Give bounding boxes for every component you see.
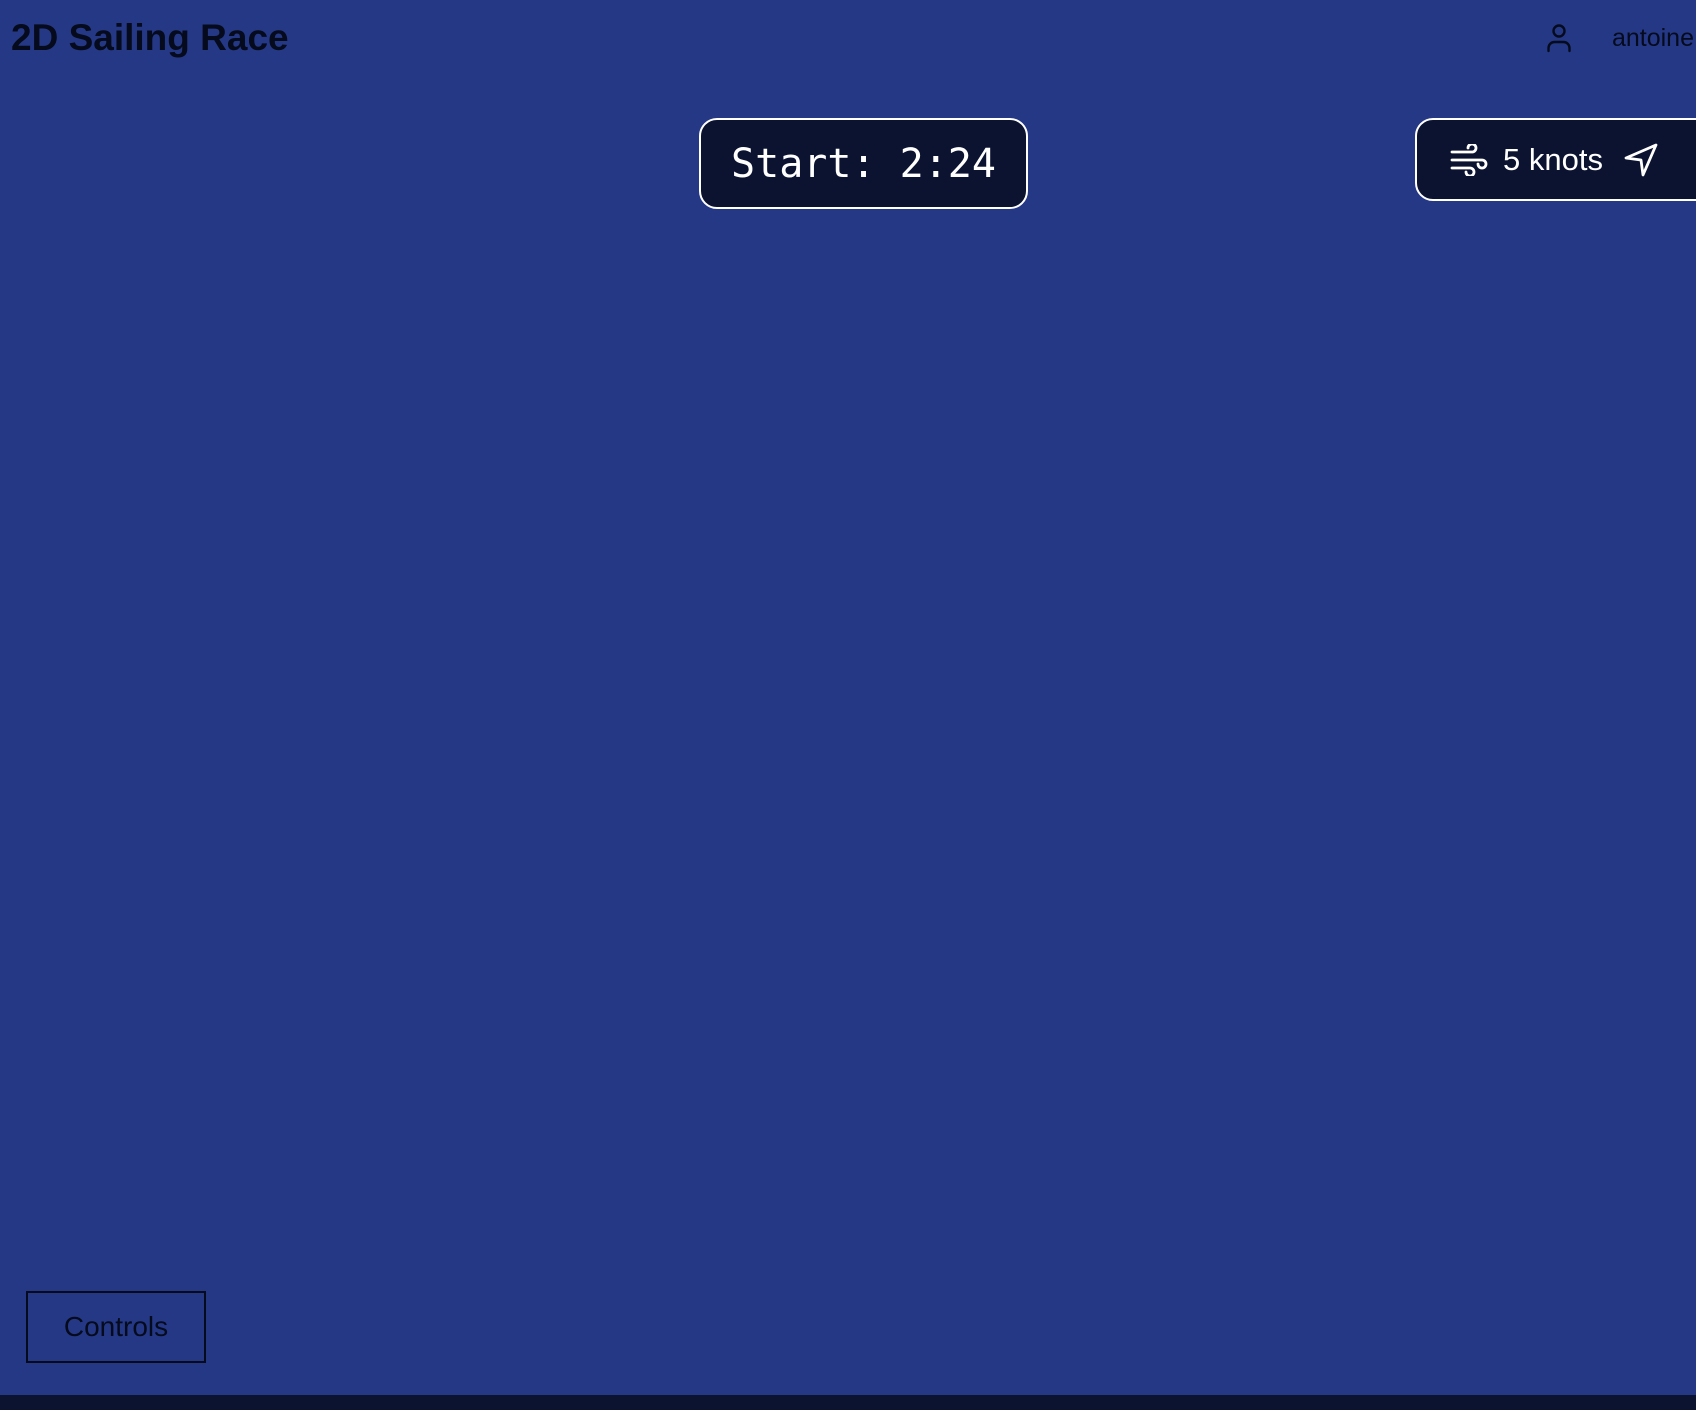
navigation-arrow-icon xyxy=(1621,140,1661,180)
app-title: 2D Sailing Race xyxy=(11,17,289,58)
wind-speed: 5 knots xyxy=(1503,141,1603,177)
start-countdown: Start: 2:24 xyxy=(699,118,1028,209)
user-menu[interactable]: antoine xyxy=(1542,18,1696,58)
game-screen: 2D Sailing Race antoine Start: 2:24 5 kn… xyxy=(0,0,1696,1410)
username: antoine xyxy=(1611,23,1694,52)
wind-indicator: 5 knots xyxy=(1415,118,1696,201)
bottom-bar xyxy=(0,1395,1696,1410)
user-icon xyxy=(1542,21,1576,55)
controls-button[interactable]: Controls xyxy=(26,1291,206,1363)
wind-icon xyxy=(1449,140,1489,180)
